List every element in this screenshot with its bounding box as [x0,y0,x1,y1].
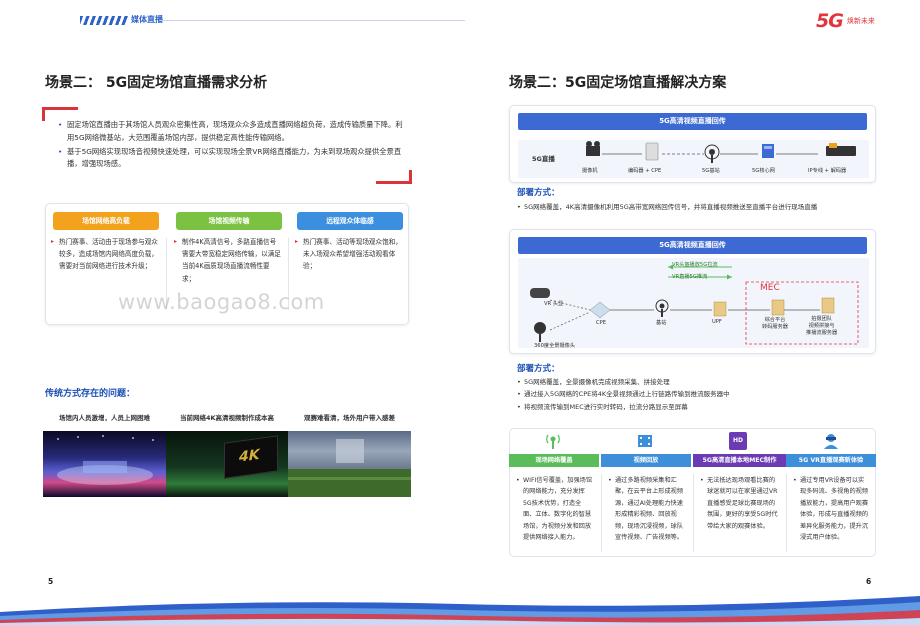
node-caption: 拍摄团队 视频拼接与 推播流服务器 [806,316,838,336]
card-video-replay: 视频回放 通过多路视频采集和汇聚，在云平台上形成视频源，通过AI处理能力快速形成… [601,454,691,544]
problem-caption: 场馆内人员激增，人员上网困难 [59,414,150,422]
card-mec-production: 5G高清直播本地MEC制作 无法抵达现场观看比赛的球迷就可以在家里通过VR直播感… [693,454,786,532]
vr-viewer-icon [824,434,838,449]
streaming-server-icon [821,297,835,314]
photo-4k-screen: 4K [166,431,288,497]
brand-logo: 5G 焕新未来 [816,10,875,32]
node-caption: CPE [596,320,607,326]
card-text: WIFI信号覆盖，加强场馆的网络能力，充分发挥5G技术优势，打造全面、立体、数字… [509,475,599,544]
device-caption: 摄像机 [582,168,598,174]
base-station-icon [704,144,720,163]
encoder-icon [645,142,659,161]
card-text: 通过专用VR设备可以实现多码流、多视角的视频播放能力，提高用户观赛体验，形成与直… [786,475,876,544]
node-caption: UPF [712,319,722,325]
card-network-coverage: 现场网络覆盖 WIFI信号覆盖，加强场馆的网络能力，充分发挥5G技术优势，打造全… [509,454,599,544]
card-label: 5G高清直播本地MEC制作 [693,454,786,467]
footer-wave-graphic [0,596,920,625]
feature-remote-audience: 远程观众体临感 热门赛事、活动等现场观众饱和，未入场观众希望增强活动观看体验； [295,212,403,270]
core-network-icon [762,144,774,158]
intro-list: 固定场馆直播由于其场馆人员观众密集性高，现场观众众多造成直播网络超负荷，造成传输… [58,119,408,172]
card-label: 现场网络覆盖 [509,454,599,467]
method-item: 5G网络覆盖，全景摄像机完成视频采集、拼接处理 [517,376,877,389]
method2-list: 5G网络覆盖，全景摄像机完成视频采集、拼接处理 通过接入5G网络的CPE将4K全… [517,376,877,413]
intro-item: 基于5G网络实现现场音视频快速处理，可以实现现场全景VR网络直播能力，为未到现场… [58,146,408,172]
node-caption: 基站 [656,320,667,326]
header-divider [160,20,465,21]
brochure-spread: 媒体直播 5G 焕新未来 场景二： 5G固定场馆直播需求分析 固定场馆直播由于其… [0,0,920,625]
base-station-icon [655,299,669,317]
logo-mark: 5G [816,10,844,32]
arena-lights-graphic [57,435,154,485]
upf-icon [713,301,727,317]
panel-header: 5G高清视频直播回传 [518,237,867,254]
diagram-panel-vr-live: 5G高清视频直播回传 VR头盔播放5G拉流 VR直播5G推流 MEC VR 头显 [509,229,876,354]
row-label: 5G直播 [532,155,555,163]
mec-label: MEC [760,283,780,293]
hd-badge-icon: HD [729,432,747,450]
left-page-number: 5 [48,577,54,586]
device-caption: 5G核心网 [752,168,775,174]
panel-header: 5G高清视频直播回传 [518,113,867,130]
feature-text: 热门赛事、活动由于现场参与观众较多，造成场馆内网络高度负载，需要对当前网络进行技… [51,236,159,273]
method-item: 5G网络覆盖，4K高清摄像机利用5G高带宽网络回传信号，并将直播视频推送至直播平… [517,201,877,214]
transcode-server-icon [771,299,785,316]
method-item: 将视频流传输到MEC进行实时转码，拉流分路显示至屏幕 [517,401,877,414]
feature-video-transmission: 场馆视频传输 制作4K高清信号，多路直播信号需要大带宽稳定网络传输，以满足当前4… [174,212,282,283]
feature-network-load: 场馆网络高负载 热门赛事、活动由于现场参与观众较多，造成场馆内网络高度负载，需要… [51,212,159,270]
method1-title: 部署方式： [517,188,560,198]
feature-label: 场馆视频传输 [176,212,282,230]
backhaul-diagram [586,141,856,163]
photo-esports-arena [43,431,166,497]
card-text: 通过多路视频采集和汇聚，在云平台上形成视频源，通过AI处理能力快速形成精彩视频、… [601,475,691,544]
right-page-title: 场景二：5G固定场馆直播解决方案 [509,75,727,91]
method1-list: 5G网络覆盖，4K高清摄像机利用5G高带宽网络回传信号，并将直播视频推送至直播平… [517,201,877,214]
header-stripes [80,16,128,25]
card-vr-experience: 5G VR直播观赛新体验 通过专用VR设备可以实现多码流、多视角的视频播放能力，… [786,454,876,544]
method-item: 通过接入5G网络的CPE将4K全景视频通过上行链路传输到推流服务器中 [517,388,877,401]
watermark: www.baogao8.com [118,290,325,314]
card-label: 5G VR直播观赛新体验 [786,454,876,467]
left-page-title: 场景二： 5G固定场馆直播需求分析 [45,75,268,91]
card-label: 视频回放 [601,454,691,467]
intro-item: 固定场馆直播由于其场馆人员观众密集性高，现场观众众多造成直播网络超负荷，造成传输… [58,119,408,145]
node-caption: 综合平台 转码服务器 [762,317,788,331]
vr-headset-icon [530,288,550,298]
signal-tower-icon [546,434,560,449]
diagram-panel-5g-backhaul: 5G高清视频直播回传 5G直播 摄像机 编码器 + CPE 5G基站 5G核心网… [509,105,876,183]
logo-slogan: 焕新未来 [846,17,875,25]
corner-bracket-bottom-right [376,170,412,184]
feature-text: 制作4K高清信号，多路直播信号需要大带宽稳定网络传输，以满足当前4K画质现场直播… [174,236,282,285]
film-reel-icon [638,435,652,447]
problem-caption: 当前网络4K高清视频制作成本高 [179,414,275,422]
device-caption: 5G基站 [702,168,720,174]
cpe-icon [589,301,611,319]
decoder-icon [826,143,856,156]
stadium-graphic [288,439,411,497]
device-caption: 编码器 + CPE [628,168,662,174]
feature-label: 场馆网络高负载 [53,212,159,230]
photo-stadium-crowd [288,431,411,497]
camera-icon [586,141,600,156]
node-caption: VR 头显 [544,301,564,307]
problems-title: 传统方式存在的问题： [45,389,136,399]
problem-caption: 观赛难看清，场外用户带入感差 [304,414,395,422]
360-camera-icon [534,322,546,342]
arrow-label-push: VR直播5G推流 [672,274,708,280]
arrow-label-pull: VR头盔播放5G拉流 [672,262,718,268]
4k-screen-graphic: 4K [224,435,278,479]
card-text: 无法抵达现场观看比赛的球迷就可以在家里通过VR直播感受足球比赛现场的氛围，更好的… [693,475,786,532]
device-caption: IP专线 + 解码器 [808,168,847,174]
feature-text: 热门赛事、活动等现场观众饱和，未入场观众希望增强活动观看体验； [295,236,403,273]
method2-title: 部署方式： [517,364,560,374]
right-page-number: 6 [866,577,872,586]
feature-label: 远程观众体临感 [297,212,403,230]
section-tag: 媒体直播 [131,15,163,24]
node-caption: 360度全景摄像头 [534,343,576,349]
